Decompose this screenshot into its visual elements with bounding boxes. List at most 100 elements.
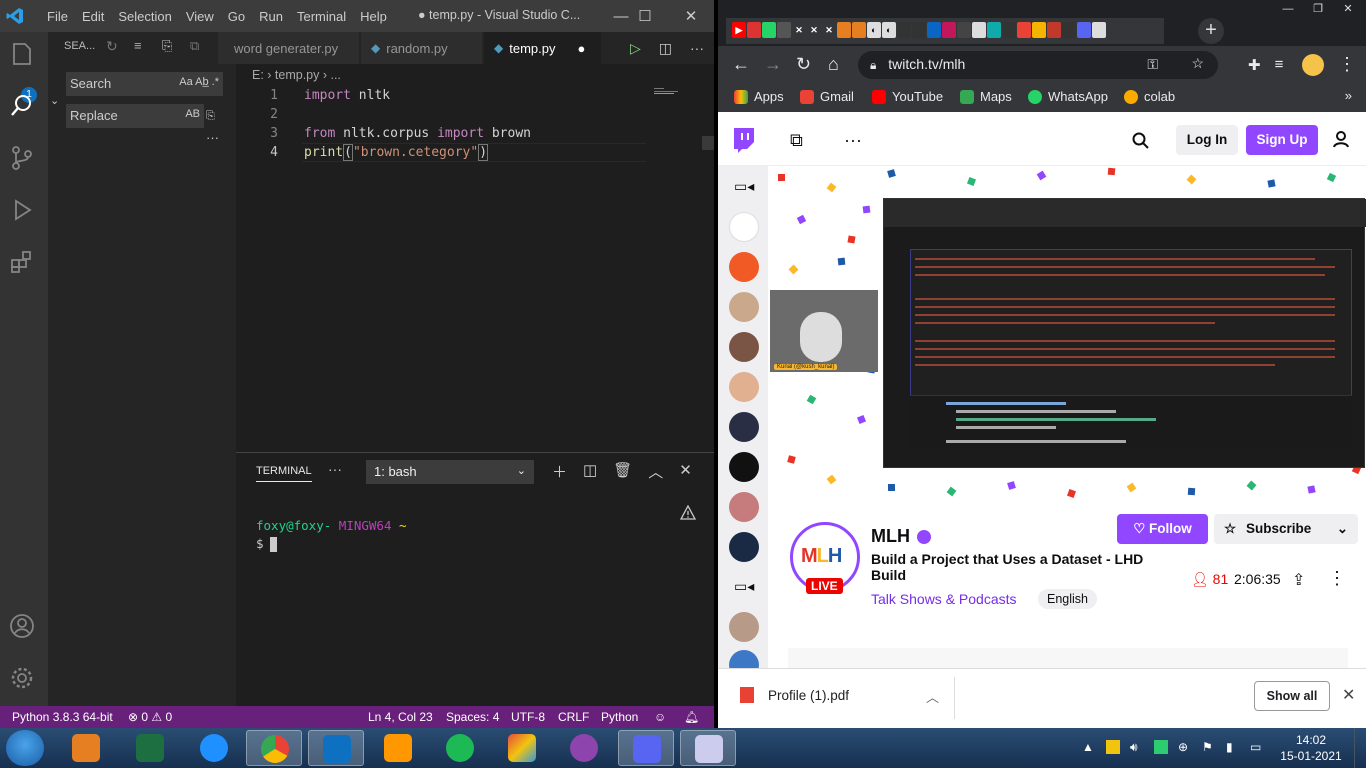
more-options-icon[interactable]: ···: [206, 130, 219, 145]
taskbar-spotify[interactable]: [432, 730, 488, 766]
menu-run[interactable]: Run: [252, 9, 290, 24]
tab-icon[interactable]: [747, 22, 761, 38]
new-terminal-icon[interactable]: ＋: [552, 461, 567, 482]
tray-app-icon[interactable]: [1154, 740, 1168, 754]
follow-button[interactable]: ♡ Follow: [1117, 514, 1208, 544]
bookmark-apps[interactable]: Apps: [734, 89, 784, 104]
chrome-minimize-button[interactable]: —: [1274, 0, 1302, 18]
volume-icon[interactable]: 🔊︎: [1130, 740, 1144, 754]
tab-icon[interactable]: ◐: [867, 22, 881, 38]
search-input[interactable]: Search Aa Ab̲ .*: [66, 72, 223, 96]
search-icon[interactable]: [8, 92, 36, 120]
gmail-tab-icon[interactable]: [1017, 22, 1031, 38]
chrome-close-button[interactable]: ✕: [1334, 0, 1362, 18]
close-tab-icon[interactable]: ✕: [822, 22, 836, 38]
whatsapp-tab-icon[interactable]: [762, 22, 776, 38]
menu-help[interactable]: Help: [353, 9, 394, 24]
stream-category[interactable]: Talk Shows & Podcasts: [871, 591, 1017, 607]
extensions-puzzle-icon[interactable]: ✚: [1248, 56, 1261, 74]
status-eol[interactable]: CRLF: [558, 710, 589, 724]
flag-icon[interactable]: ⚑: [1202, 740, 1216, 754]
taskbar-vscode[interactable]: [308, 730, 364, 766]
scrollbar-slider[interactable]: [702, 136, 714, 150]
menu-view[interactable]: View: [179, 9, 221, 24]
chevron-up-icon[interactable]: ︿: [926, 687, 939, 706]
terminal-shell-select[interactable]: 1: bash ⌄: [366, 460, 534, 484]
tray-expand-icon[interactable]: ▲: [1082, 740, 1096, 754]
subscribe-button[interactable]: ☆ Subscribe ⌄: [1214, 514, 1358, 544]
channel-avatar[interactable]: [729, 412, 759, 442]
source-control-icon[interactable]: [8, 144, 36, 172]
new-tab-button[interactable]: +: [1198, 18, 1224, 44]
breadcrumb[interactable]: E: › temp.py › ...: [252, 68, 341, 82]
menu-go[interactable]: Go: [221, 9, 252, 24]
video-player[interactable]: Kunal (@kush_kunal): [768, 166, 1366, 500]
youtube-tab-icon[interactable]: ▶: [732, 22, 746, 38]
channel-avatar[interactable]: [729, 372, 759, 402]
taskbar-sublime[interactable]: [370, 730, 426, 766]
explorer-icon[interactable]: [8, 40, 36, 68]
tab-icon[interactable]: [987, 22, 1001, 38]
tab-icon[interactable]: [897, 22, 911, 38]
account-icon[interactable]: [8, 612, 36, 640]
channel-avatar[interactable]: [729, 532, 759, 562]
taskbar-excel[interactable]: [122, 730, 178, 766]
tab-icon[interactable]: [1047, 22, 1061, 38]
new-search-editor-icon[interactable]: ⎘: [162, 38, 178, 54]
maximize-button[interactable]: ☐: [622, 0, 668, 32]
status-python-interpreter[interactable]: Python 3.8.3 64-bit: [12, 710, 113, 724]
replace-all-icon[interactable]: ⎘: [206, 110, 215, 123]
bookmark-gmail[interactable]: Gmail: [800, 89, 854, 104]
home-icon[interactable]: ⌂: [828, 54, 839, 75]
bookmark-youtube[interactable]: YouTube: [872, 89, 943, 104]
close-panel-icon[interactable]: ✕: [679, 461, 692, 482]
clear-results-icon[interactable]: ≡: [134, 38, 150, 54]
channel-avatar[interactable]: [729, 212, 759, 242]
close-button[interactable]: ✕: [668, 0, 714, 32]
profile-avatar[interactable]: [1302, 54, 1324, 76]
split-terminal-icon[interactable]: ◫: [583, 461, 597, 482]
address-bar[interactable]: 🔒︎ twitch.tv/mlh ⚿ ☆: [858, 51, 1218, 79]
language-tag[interactable]: English: [1038, 589, 1097, 609]
tab-temp[interactable]: ◆ temp.py ●: [484, 32, 602, 64]
tab-icon[interactable]: ◐: [882, 22, 896, 38]
menu-selection[interactable]: Selection: [111, 9, 178, 24]
channel-avatar[interactable]: [729, 452, 759, 482]
tab-icon[interactable]: [957, 22, 971, 38]
bookmark-whatsapp[interactable]: WhatsApp: [1028, 89, 1108, 104]
menu-terminal[interactable]: Terminal: [290, 9, 353, 24]
status-language[interactable]: Python: [601, 710, 638, 724]
close-tab-icon[interactable]: ✕: [807, 22, 821, 38]
show-all-button[interactable]: Show all: [1254, 681, 1330, 711]
minimap[interactable]: [654, 88, 694, 96]
sidebar-sash[interactable]: [226, 32, 236, 706]
extensions-icon[interactable]: [8, 248, 36, 276]
close-tab-icon[interactable]: ✕: [792, 22, 806, 38]
user-icon[interactable]: [1332, 130, 1350, 148]
collapse-all-icon[interactable]: ⧉: [190, 38, 206, 54]
reload-icon[interactable]: ↻: [796, 54, 811, 75]
tab-word-generater[interactable]: word generater.py: [218, 32, 360, 64]
login-button[interactable]: Log In: [1176, 125, 1238, 155]
channel-name[interactable]: MLH: [871, 526, 910, 547]
chrome-maximize-button[interactable]: ❐: [1304, 0, 1332, 18]
bookmark-star-icon[interactable]: ☆: [1191, 55, 1204, 72]
taskbar-internet-explorer[interactable]: [186, 730, 242, 766]
feedback-icon[interactable]: ☺: [654, 710, 666, 724]
tab-icon[interactable]: [837, 22, 851, 38]
refresh-icon[interactable]: ↻: [106, 38, 122, 54]
start-button[interactable]: [6, 730, 44, 766]
run-debug-icon[interactable]: [8, 196, 36, 224]
tab-icon[interactable]: [1077, 22, 1091, 38]
maximize-panel-icon[interactable]: ︿: [648, 461, 663, 482]
replace-input[interactable]: Replace AB: [66, 104, 204, 128]
taskbar-chrome[interactable]: [246, 730, 302, 766]
signal-icon[interactable]: ▮: [1226, 740, 1240, 754]
status-indentation[interactable]: Spaces: 4: [446, 710, 499, 724]
kill-terminal-icon[interactable]: 🗑: [613, 461, 632, 482]
taskbar-app[interactable]: [494, 730, 550, 766]
tab-icon[interactable]: [852, 22, 866, 38]
menu-file[interactable]: File: [40, 9, 75, 24]
share-icon[interactable]: ⇪: [1292, 570, 1305, 590]
more-actions-icon[interactable]: ···: [690, 40, 704, 57]
